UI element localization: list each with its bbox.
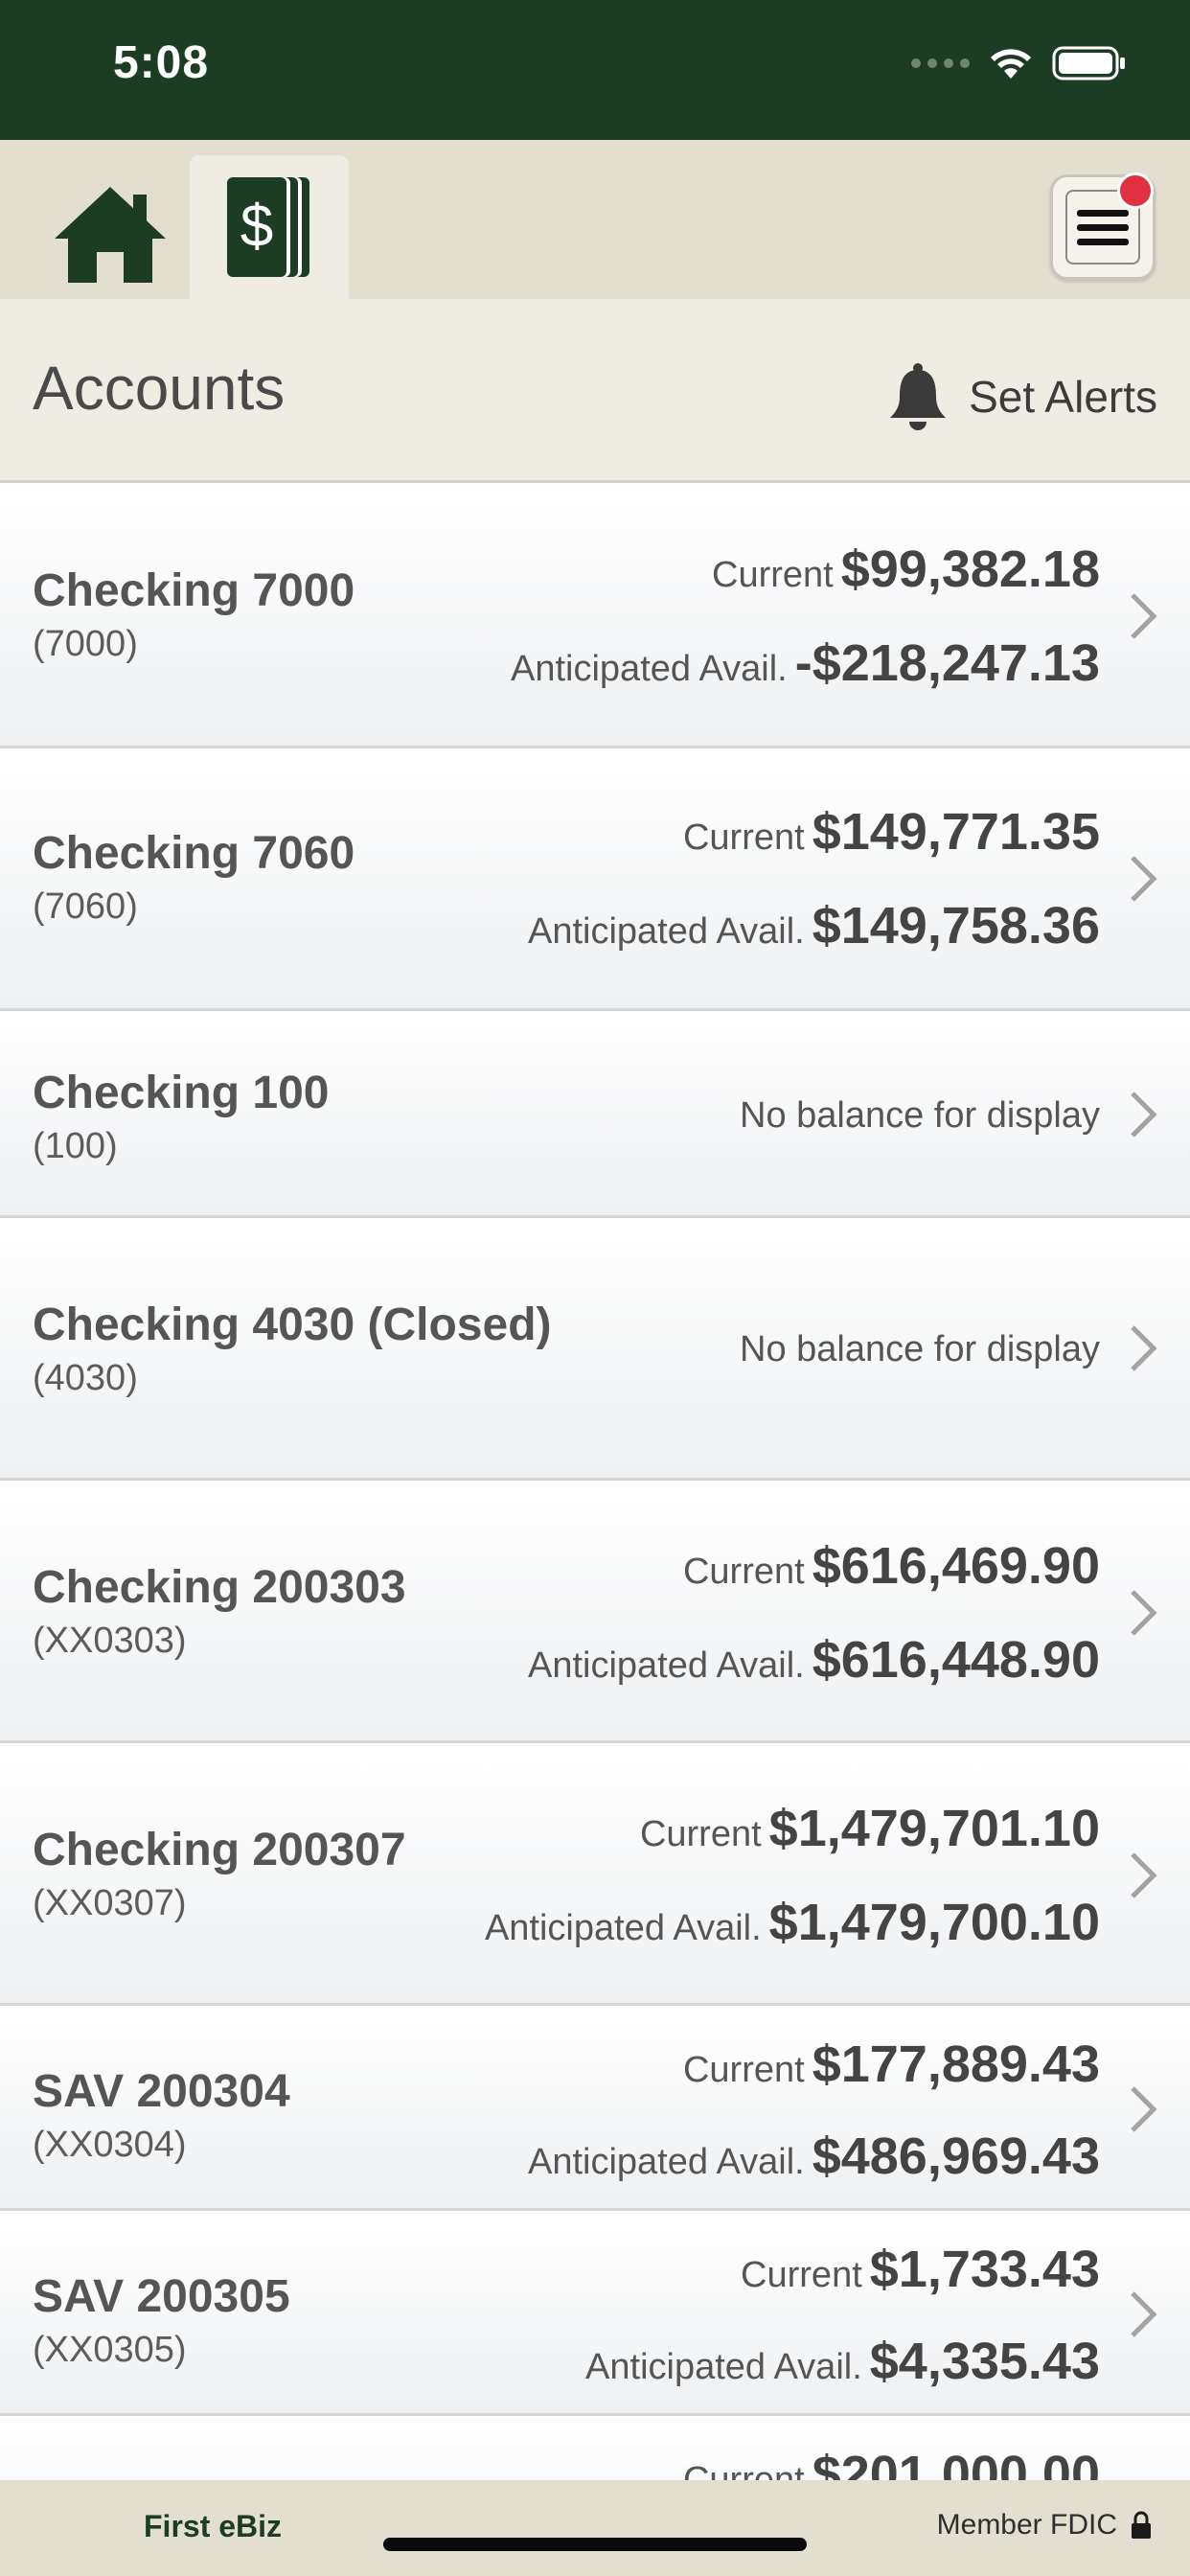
anticipated-balance: Anticipated Avail. $149,758.36 [528,896,1100,955]
page-header: Accounts Set Alerts [0,299,1190,483]
current-balance: Current $616,469.90 [683,1536,1100,1596]
home-tab[interactable] [48,178,172,289]
bell-icon [890,363,947,430]
account-name: SAV 200305 [33,2271,290,2322]
anticipated-balance: Anticipated Avail. -$218,247.13 [511,633,1100,693]
anticipated-value: $486,969.43 [812,2128,1100,2185]
notification-badge [1117,172,1154,209]
account-row[interactable]: SAV 200305 (XX0305) Current $1,733.43 An… [0,2211,1190,2416]
top-nav-bar: $ [0,140,1190,299]
accounts-screen: 5:08 $ Accounts Set Alerts Checking 7000… [0,0,1190,2576]
anticipated-balance: Anticipated Avail. $616,448.90 [528,1630,1100,1690]
current-balance: Current $177,889.43 [683,2035,1100,2094]
account-number: (7060) [33,886,138,927]
account-row[interactable]: Checking 100 (100) No balance for displa… [0,1011,1190,1218]
anticipated-value: $616,448.90 [812,1631,1100,1689]
account-row[interactable]: SAV 200304 (XX0304) Current $177,889.43 … [0,2006,1190,2211]
member-fdic-label: Member FDIC [936,2509,1117,2541]
current-value: $1,733.43 [869,2241,1100,2298]
anticipated-label: Anticipated Avail. [511,649,788,689]
accounts-tab[interactable]: $ [190,155,349,299]
current-value: $177,889.43 [812,2036,1100,2093]
account-row[interactable]: Checking 4030 (Closed) (4030) No balance… [0,1218,1190,1481]
anticipated-balance: Anticipated Avail. $486,969.43 [528,2127,1100,2186]
account-number: (XX0304) [33,2125,187,2165]
no-balance-text: No balance for display [740,1095,1100,1136]
current-balance: Current $99,382.18 [712,540,1100,599]
current-value: $616,469.90 [812,1537,1100,1595]
anticipated-value: $4,335.43 [869,2333,1100,2390]
no-balance-text: No balance for display [740,1329,1100,1369]
anticipated-value: -$218,247.13 [794,634,1100,692]
current-balance: Current $1,733.43 [741,2240,1100,2299]
anticipated-balance: Anticipated Avail. $4,335.43 [585,2332,1100,2391]
chevron-right-icon [1131,2086,1157,2132]
footer-brand: First eBiz [144,2509,283,2543]
home-indicator[interactable] [383,2538,807,2551]
account-number: (XX0307) [33,1883,187,1923]
current-label: Current [712,555,834,595]
anticipated-label: Anticipated Avail. [585,2347,862,2387]
anticipated-label: Anticipated Avail. [527,1645,805,1686]
status-time: 5:08 [113,37,210,88]
status-bar: 5:08 [0,0,1190,140]
account-name: Checking 7060 [33,828,355,879]
account-name: Checking 200303 [33,1562,406,1613]
current-label: Current [682,817,805,858]
page-title: Accounts [33,354,286,423]
lock-icon [1132,2511,1151,2539]
anticipated-value: $149,758.36 [812,897,1100,954]
account-list: Checking 7000 (7000) Current $99,382.18 … [0,486,1190,2576]
account-number: (7000) [33,624,138,664]
battery-icon [1052,46,1125,80]
chevron-right-icon [1131,1852,1157,1898]
home-icon [55,187,166,283]
account-number: (XX0305) [33,2330,187,2370]
account-name: SAV 200304 [33,2066,290,2117]
current-label: Current [741,2255,862,2295]
account-row[interactable]: Checking 200303 (XX0303) Current $616,46… [0,1481,1190,1743]
anticipated-value: $1,479,700.10 [768,1894,1100,1951]
account-row[interactable]: Checking 200307 (XX0307) Current $1,479,… [0,1743,1190,2006]
chevron-right-icon [1131,856,1157,902]
current-label: Current [682,1552,805,1592]
chevron-right-icon [1131,1590,1157,1636]
account-number: (XX0303) [33,1621,187,1661]
anticipated-label: Anticipated Avail. [527,911,805,952]
account-number: (100) [33,1126,118,1166]
member-fdic: Member FDIC [937,2509,1152,2542]
chevron-right-icon [1131,1325,1157,1371]
account-row[interactable]: Checking 7060 (7060) Current $149,771.35… [0,748,1190,1011]
account-name: Checking 200307 [33,1825,406,1875]
account-name: Checking 7000 [33,565,355,616]
account-row[interactable]: Checking 7000 (7000) Current $99,382.18 … [0,486,1190,748]
chevron-right-icon [1131,593,1157,639]
anticipated-balance: Anticipated Avail. $1,479,700.10 [485,1893,1100,1952]
set-alerts-button[interactable]: Set Alerts [888,358,1157,435]
svg-text:$: $ [240,194,273,260]
status-icons [911,44,1127,82]
set-alerts-label: Set Alerts [969,372,1157,422]
current-balance: Current $1,479,701.10 [640,1799,1100,1858]
anticipated-label: Anticipated Avail. [484,1908,762,1948]
chevron-right-icon [1131,2291,1157,2337]
account-name: Checking 100 [33,1068,330,1118]
current-value: $99,382.18 [840,540,1100,598]
dollar-cards-icon: $ [227,177,309,277]
account-name: Checking 4030 (Closed) [33,1300,552,1350]
current-label: Current [639,1814,762,1854]
footer-bar: First eBiz Member FDIC [0,2480,1190,2576]
chevron-right-icon [1131,1092,1157,1138]
current-balance: Current $149,771.35 [683,802,1100,862]
current-label: Current [682,2050,805,2090]
cellular-signal-icon [911,58,970,68]
current-value: $149,771.35 [812,803,1100,861]
account-number: (4030) [33,1358,138,1398]
wifi-icon [991,49,1031,79]
current-value: $1,479,701.10 [768,1800,1100,1857]
anticipated-label: Anticipated Avail. [527,2142,805,2182]
